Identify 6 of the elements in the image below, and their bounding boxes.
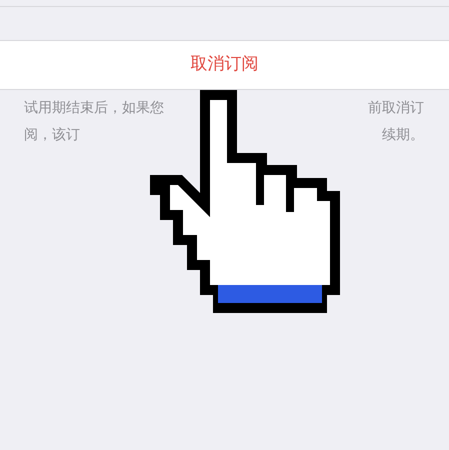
note-text: 试用期结束后，如果您 xyxy=(24,99,164,118)
note-text: 阅，该订 xyxy=(24,126,80,145)
note-text: 续期。 xyxy=(382,126,424,145)
cancel-subscription-button[interactable]: 取消订阅 xyxy=(0,40,449,90)
note-text: 前取消订 xyxy=(368,99,424,118)
hand-pointer-icon xyxy=(150,90,340,313)
